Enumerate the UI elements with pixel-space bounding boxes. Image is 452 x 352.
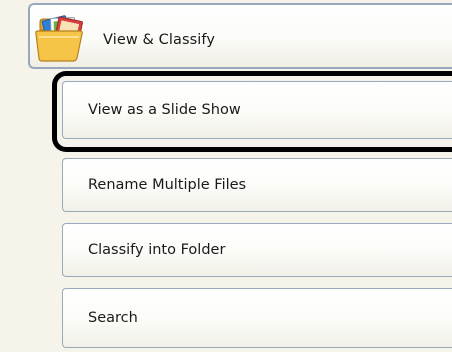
task-panel: View & Classify View as a Slide Show Ren… [0,0,452,352]
view-as-slide-show-button[interactable]: View as a Slide Show [62,81,452,139]
button-label: Search [88,310,138,326]
button-label: View as a Slide Show [88,102,241,118]
search-button[interactable]: Search [62,288,452,348]
classify-into-folder-button[interactable]: Classify into Folder [62,223,452,277]
button-label: Classify into Folder [88,242,226,258]
section-title: View & Classify [103,32,216,48]
rename-multiple-files-button[interactable]: Rename Multiple Files [62,158,452,212]
folder-with-pictures-icon [35,15,83,62]
button-label: Rename Multiple Files [88,177,247,193]
